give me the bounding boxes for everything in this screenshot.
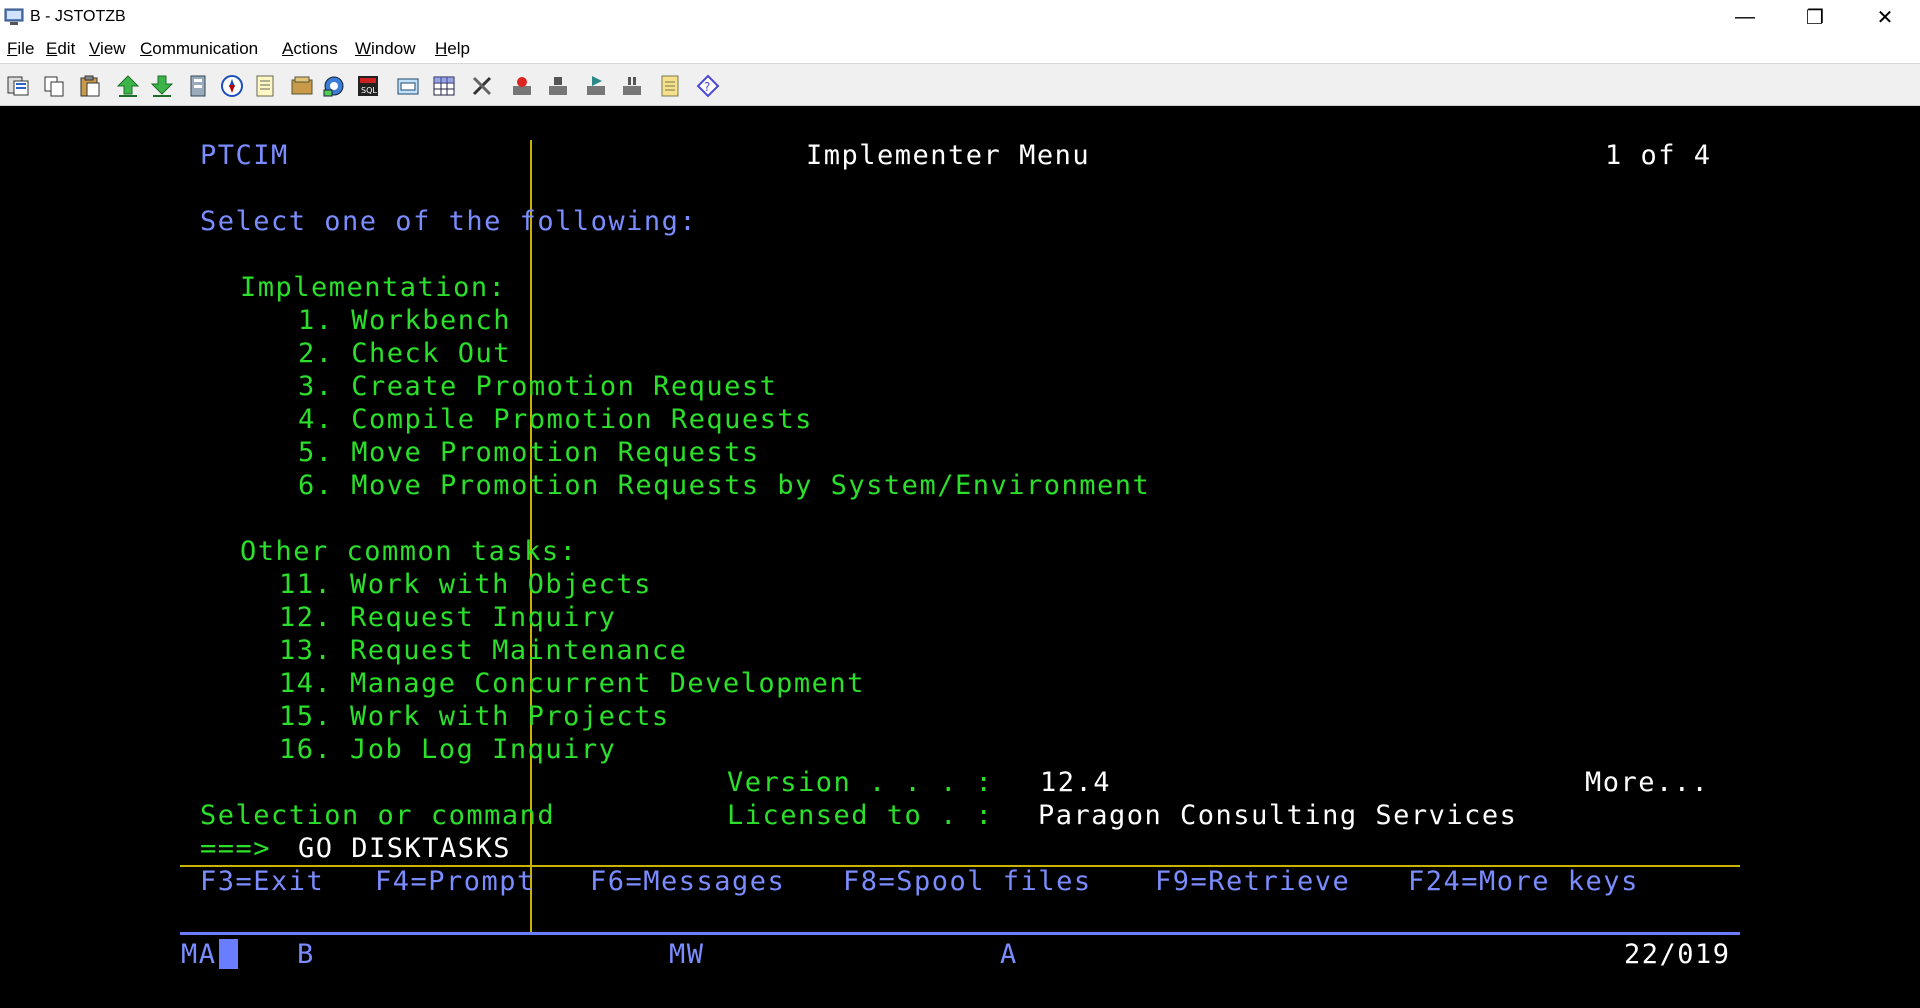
paste-icon[interactable] (78, 74, 102, 98)
fkey-f8[interactable]: F8=Spool files (843, 866, 1092, 898)
tools-icon[interactable] (470, 74, 494, 98)
status-indicator-a: A (1000, 939, 1018, 970)
copy-screen-icon[interactable] (6, 74, 30, 98)
menu-option-12: 12. Request Inquiry (279, 602, 617, 633)
navigate-icon[interactable] (220, 74, 244, 98)
page-indicator: 1 of 4 (1605, 140, 1712, 171)
record-macro-icon[interactable] (510, 74, 534, 98)
receive-file-icon[interactable] (150, 74, 174, 98)
fkey-f3[interactable]: F3=Exit (200, 866, 324, 898)
command-input[interactable]: GO DISKTASKS (298, 833, 511, 865)
send-file-icon[interactable] (116, 74, 140, 98)
cursor-position: 22/019 (1624, 939, 1731, 970)
minimize-button[interactable]: — (1710, 0, 1780, 35)
toolbar: SQL ? (0, 63, 1920, 106)
menu-option-4: 4. Compile Promotion Requests (298, 404, 813, 435)
title-bar: B - JSTOTZB — ❐ ✕ (0, 0, 1920, 35)
copy-icon[interactable] (42, 74, 66, 98)
menu-option-13: 13. Request Maintenance (279, 635, 688, 666)
menu-view[interactable]: View (89, 39, 126, 59)
version-label: Version . . . : (727, 767, 994, 798)
restore-icon: ❐ (1806, 7, 1824, 29)
licensed-value: Paragon Consulting Services (1038, 800, 1518, 831)
selection-label: Selection or command (200, 800, 556, 831)
status-divider (180, 932, 1740, 935)
select-prompt: Select one of the following: (200, 206, 698, 237)
settings-icon[interactable] (322, 74, 346, 98)
session-letter: B (297, 939, 315, 970)
section-other-heading: Other common tasks: (240, 536, 578, 567)
restore-button[interactable]: ❐ (1780, 0, 1850, 35)
notepad-icon[interactable] (658, 74, 682, 98)
menu-bar: File Edit View Communication Actions Win… (0, 35, 1920, 63)
menu-file[interactable]: File (7, 39, 34, 59)
notes-icon[interactable] (254, 74, 278, 98)
close-button[interactable]: ✕ (1850, 0, 1920, 35)
system-name: PTCIM (200, 140, 289, 171)
menu-option-3: 3. Create Promotion Request (298, 371, 778, 402)
macro-icon[interactable] (290, 74, 314, 98)
menu-actions[interactable]: Actions (282, 39, 338, 59)
menu-help[interactable]: Help (435, 39, 470, 59)
pause-macro-icon[interactable] (620, 74, 644, 98)
fkey-f24[interactable]: F24=More keys (1408, 866, 1639, 898)
terminal-screen[interactable]: PTCIM Implementer Menu 1 of 4 Select one… (0, 106, 1920, 1008)
menu-option-16: 16. Job Log Inquiry (279, 734, 617, 765)
section-implementation-heading: Implementation: (240, 272, 507, 303)
play-macro-icon[interactable] (584, 74, 608, 98)
keyboard-map-icon[interactable] (396, 74, 420, 98)
session-indicator: MA (181, 939, 217, 970)
fkey-f6[interactable]: F6=Messages (590, 866, 785, 898)
menu-option-14: 14. Manage Concurrent Development (279, 668, 865, 699)
licensed-label: Licensed to . : (727, 800, 994, 831)
close-icon: ✕ (1876, 7, 1894, 29)
print-icon[interactable] (186, 74, 210, 98)
more-indicator: More... (1585, 767, 1710, 798)
menu-option-6: 6. Move Promotion Requests by System/Env… (298, 470, 1151, 501)
svg-text:SQL: SQL (361, 86, 377, 95)
fkey-f4[interactable]: F4=Prompt (375, 866, 535, 898)
menu-option-5: 5. Move Promotion Requests (298, 437, 760, 468)
menu-option-1: 1. Workbench (298, 305, 512, 336)
stop-macro-icon[interactable] (546, 74, 570, 98)
version-value: 12.4 (1040, 767, 1112, 798)
terminal-app-icon (4, 8, 24, 25)
mode-indicator: MW (669, 939, 705, 970)
minimize-icon: — (1735, 6, 1755, 28)
command-prompt: ===> (200, 833, 272, 864)
menu-option-2: 2. Check Out (298, 338, 512, 369)
menu-edit[interactable]: Edit (46, 39, 75, 59)
svg-text:?: ? (704, 80, 710, 94)
text-cursor (219, 939, 238, 969)
menu-option-15: 15. Work with Projects (279, 701, 670, 732)
menu-option-11: 11. Work with Objects (279, 569, 652, 600)
menu-communication[interactable]: Communication (140, 39, 258, 59)
grid-icon[interactable] (432, 74, 456, 98)
window-title: B - JSTOTZB (30, 8, 126, 25)
screen-title: Implementer Menu (806, 140, 1091, 171)
fkey-f9[interactable]: F9=Retrieve (1155, 866, 1350, 898)
sql-icon[interactable]: SQL (356, 74, 380, 98)
help-icon[interactable]: ? (696, 74, 720, 98)
menu-window[interactable]: Window (355, 39, 415, 59)
